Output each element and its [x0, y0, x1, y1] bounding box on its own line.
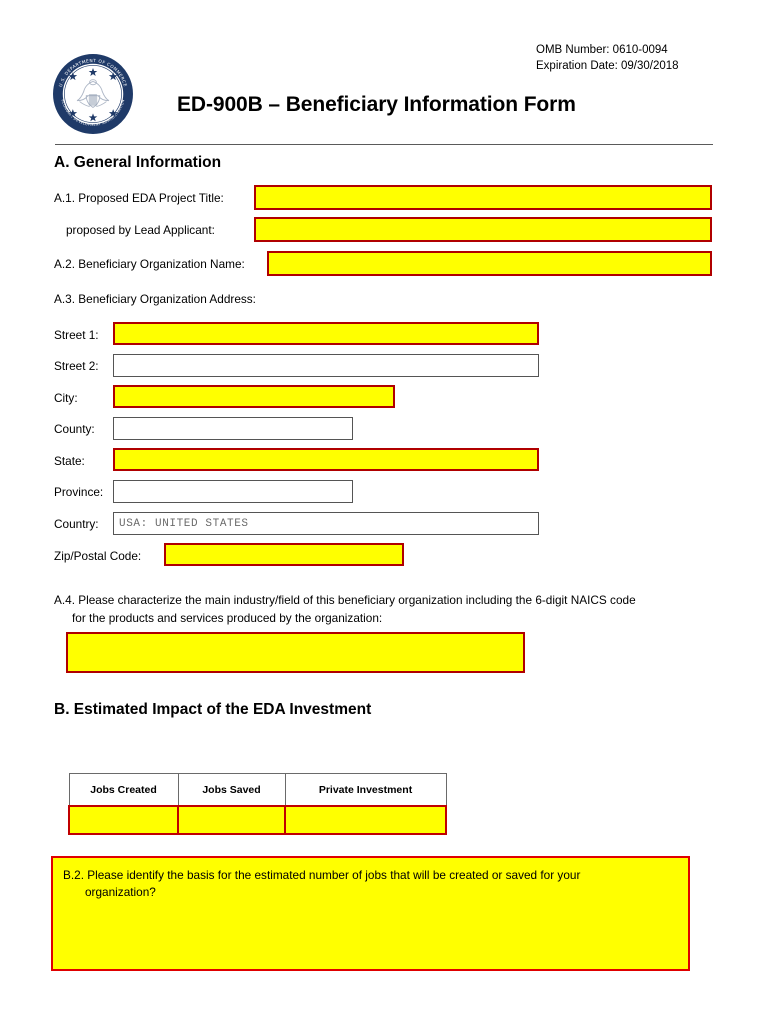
input-b2-jobs-basis[interactable]: B.2. Please identify the basis for the e…: [51, 856, 690, 971]
label-province: Province:: [54, 485, 104, 499]
label-street-2: Street 2:: [54, 359, 99, 373]
label-a1-lead-applicant: proposed by Lead Applicant:: [66, 223, 215, 237]
column-header-private-investment: Private Investment: [284, 773, 447, 807]
input-a1-lead-applicant[interactable]: [254, 217, 712, 242]
input-a4-naics[interactable]: [66, 632, 525, 673]
b2-line-1: B.2. Please identify the basis for the e…: [63, 868, 581, 882]
b2-line-2: organization?: [85, 885, 156, 899]
input-private-investment[interactable]: [284, 805, 447, 835]
input-zip-postal-code[interactable]: [164, 543, 404, 566]
label-a3-address-heading: A.3. Beneficiary Organization Address:: [54, 292, 256, 306]
label-zip-postal-code: Zip/Postal Code:: [54, 549, 142, 563]
column-header-jobs-created: Jobs Created: [68, 773, 179, 807]
omb-info-block: OMB Number: 0610-0094 Expiration Date: 0…: [536, 42, 679, 74]
label-a4-naics-question: A.4. Please characterize the main indust…: [54, 591, 704, 627]
input-a2-beneficiary-org-name[interactable]: [267, 251, 712, 276]
input-province[interactable]: [113, 480, 353, 503]
a4-line-2: for the products and services produced b…: [72, 611, 383, 625]
input-jobs-saved[interactable]: [177, 805, 286, 835]
label-b2-jobs-basis-question: B.2. Please identify the basis for the e…: [63, 867, 663, 901]
form-page: OMB Number: 0610-0094 Expiration Date: 0…: [0, 0, 770, 1024]
label-state: State:: [54, 454, 85, 468]
label-a1-project-title: A.1. Proposed EDA Project Title:: [54, 191, 224, 205]
input-jobs-created[interactable]: [68, 805, 179, 835]
eda-doc-seal-icon: U.S. DEPARTMENT OF COMMERCE ECONOMIC DEV…: [51, 52, 135, 136]
section-a-heading: A. General Information: [54, 154, 222, 171]
header-divider: [55, 144, 713, 145]
input-city[interactable]: [113, 385, 395, 408]
table-row: [68, 805, 447, 835]
form-header: OMB Number: 0610-0094 Expiration Date: 0…: [0, 0, 770, 145]
omb-number: OMB Number: 0610-0094: [536, 44, 668, 56]
country-value: USA: UNITED STATES: [119, 517, 249, 530]
label-a2-beneficiary-org-name: A.2. Beneficiary Organization Name:: [54, 257, 245, 271]
label-street-1: Street 1:: [54, 328, 99, 342]
input-country[interactable]: USA: UNITED STATES: [113, 512, 539, 535]
table-header-row: Jobs Created Jobs Saved Private Investme…: [68, 773, 447, 807]
label-city: City:: [54, 391, 78, 405]
estimated-impact-table: Jobs Created Jobs Saved Private Investme…: [68, 773, 447, 835]
input-state[interactable]: [113, 448, 539, 471]
expiration-date: Expiration Date: 09/30/2018: [536, 60, 679, 72]
page-title: ED-900B – Beneficiary Information Form: [177, 93, 576, 116]
label-country: Country:: [54, 517, 99, 531]
a4-line-1: A.4. Please characterize the main indust…: [54, 593, 636, 607]
input-street-1[interactable]: [113, 322, 539, 345]
column-header-jobs-saved: Jobs Saved: [177, 773, 286, 807]
label-county: County:: [54, 422, 95, 436]
input-a1-project-title[interactable]: [254, 185, 712, 210]
input-street-2[interactable]: [113, 354, 539, 377]
section-b-heading: B. Estimated Impact of the EDA Investmen…: [54, 701, 372, 718]
input-county[interactable]: [113, 417, 353, 440]
